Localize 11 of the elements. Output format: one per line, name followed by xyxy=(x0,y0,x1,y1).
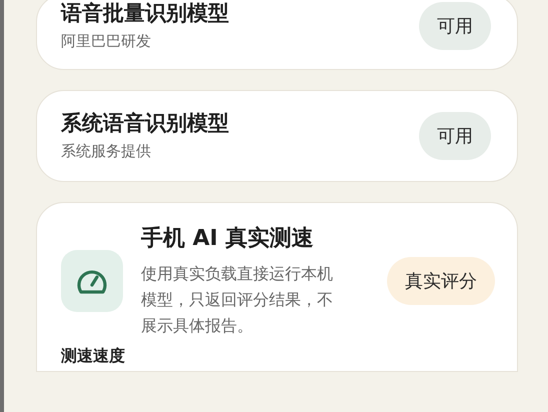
section-label: 测速速度 xyxy=(61,346,126,368)
model-name: 系统语音识别模型 xyxy=(61,111,229,136)
benchmark-description: 使用真实负载直接运行本机模型，只返回评分结果，不展示具体报告。 xyxy=(141,263,334,337)
status-button[interactable]: 可用 xyxy=(419,2,491,50)
model-name: 语音批量识别模型 xyxy=(61,1,229,26)
model-provider: 系统服务提供 xyxy=(61,142,152,162)
benchmark-title: 手机 AI 真实测速 xyxy=(141,225,315,254)
score-button[interactable]: 真实评分 xyxy=(387,256,495,305)
model-provider: 阿里巴巴研发 xyxy=(61,32,152,52)
speedometer-icon xyxy=(61,250,123,312)
status-button[interactable]: 可用 xyxy=(419,112,491,160)
